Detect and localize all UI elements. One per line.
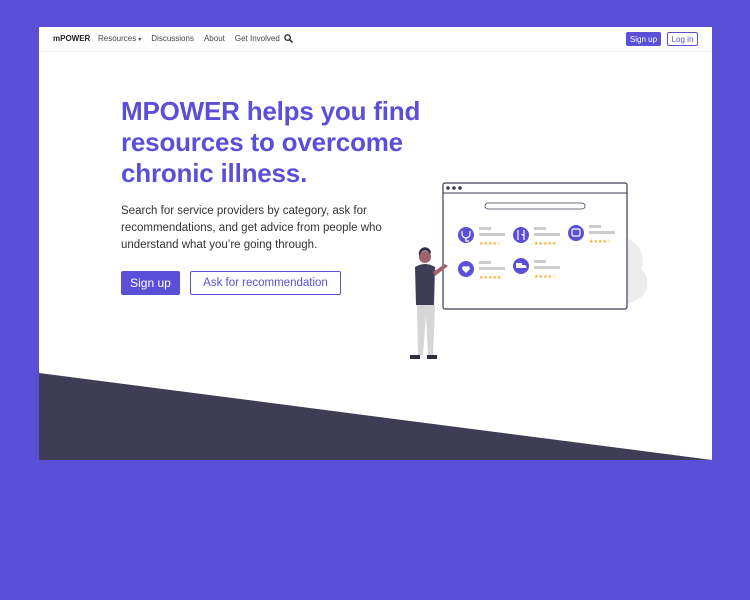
hero-illustration: ★★★★☆ ★★★★★ ★★★★☆ ★★★★★ ★★★★☆: [410, 182, 648, 359]
hero-signup-button[interactable]: Sign up: [121, 271, 180, 295]
hero-subtext: Search for service providers by category…: [121, 205, 382, 251]
nav-links: Resources ▾ Discussions About Get Involve…: [98, 34, 290, 43]
star-rating: ★★★★☆: [534, 274, 557, 280]
nav-link-discussions[interactable]: Discussions: [151, 34, 194, 43]
nav-signup-button[interactable]: Sign up: [626, 32, 661, 46]
nav-link-get-involved[interactable]: Get Involved: [235, 34, 280, 43]
nav-link-label: Resources: [98, 34, 137, 43]
brand-logo[interactable]: mPOWER: [53, 34, 90, 43]
bottom-dark-band: [39, 373, 712, 460]
star-rating: ★★★★☆: [589, 239, 612, 245]
star-rating: ★★★★☆: [479, 241, 502, 247]
hero-headline: MPOWER helps you find resources to overc…: [121, 96, 421, 188]
page-frame: mPOWER Resources ▾ Discussions About Get …: [39, 27, 712, 460]
chevron-down-icon: ▾: [138, 37, 142, 43]
top-navbar: mPOWER Resources ▾ Discussions About Get …: [39, 27, 712, 52]
star-rating: ★★★★★: [479, 275, 502, 281]
nav-link-about[interactable]: About: [204, 34, 225, 43]
person-figure: [410, 247, 448, 359]
search-icon[interactable]: [284, 34, 293, 43]
ask-recommendation-button[interactable]: Ask for recommendation: [190, 271, 341, 295]
star-rating: ★★★★★: [534, 241, 557, 247]
nav-login-button[interactable]: Log in: [667, 32, 698, 46]
nav-link-resources[interactable]: Resources ▾: [98, 34, 141, 43]
